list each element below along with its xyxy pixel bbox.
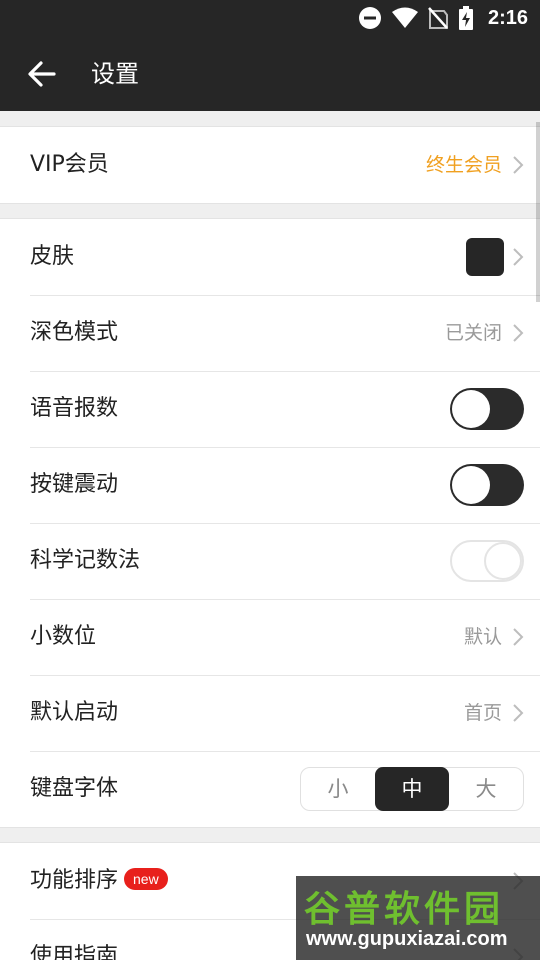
voice-row: 语音报数 — [0, 371, 540, 447]
startup-label: 默认启动 — [30, 700, 119, 725]
dark-mode-value: 已关闭 — [444, 322, 502, 344]
page-title: 设置 — [91, 60, 139, 88]
chevron-right-icon — [513, 628, 524, 646]
watermark: 谷普软件园 www.gupuxiazai.com — [296, 876, 540, 960]
vip-label: VIP会员 — [30, 152, 109, 177]
arrow-left-icon[interactable] — [26, 58, 58, 90]
wifi-icon — [391, 7, 418, 28]
font-size-large[interactable]: 大 — [449, 768, 523, 810]
sort-label-text: 功能排序 — [30, 868, 119, 893]
toggle-knob — [452, 466, 490, 504]
scientific-label: 科学记数法 — [30, 548, 141, 573]
clock: 2:16 — [487, 6, 528, 29]
scrollbar[interactable] — [536, 122, 540, 302]
chevron-right-icon — [513, 704, 524, 722]
skin-label: 皮肤 — [30, 244, 75, 269]
decimal-row[interactable]: 小数位 默认 — [0, 599, 540, 675]
new-badge: new — [124, 868, 168, 890]
toggle-knob — [484, 542, 522, 580]
keyboard-font-label: 键盘字体 — [30, 776, 119, 801]
font-size-medium[interactable]: 中 — [375, 767, 449, 811]
status-bar: 2:16 — [0, 0, 540, 36]
dnd-icon — [358, 7, 381, 29]
voice-toggle[interactable] — [450, 388, 524, 430]
sort-label: 功能排序 new — [30, 843, 168, 919]
scientific-row: 科学记数法 — [0, 523, 540, 599]
watermark-url: www.gupuxiazai.com — [306, 928, 508, 950]
vibrate-row: 按键震动 — [0, 447, 540, 523]
font-size-segmented: 小 中 大 — [300, 767, 524, 811]
scientific-toggle[interactable] — [450, 540, 524, 582]
startup-value: 首页 — [463, 702, 502, 724]
decimal-value: 默认 — [463, 626, 502, 648]
settings-section: 皮肤 深色模式 已关闭 语音报数 按键震动 科学记数法 小数位 默认 默认启动 … — [0, 218, 540, 828]
chevron-right-icon — [513, 248, 524, 266]
app-bar: 设置 — [0, 36, 540, 111]
skin-row[interactable]: 皮肤 — [0, 219, 540, 295]
voice-label: 语音报数 — [30, 396, 119, 421]
vip-value: 终生会员 — [425, 154, 502, 176]
no-sim-icon — [428, 7, 448, 29]
decimal-label: 小数位 — [30, 624, 97, 649]
startup-row[interactable]: 默认启动 首页 — [0, 675, 540, 751]
toggle-knob — [452, 390, 490, 428]
dark-mode-row[interactable]: 深色模式 已关闭 — [0, 295, 540, 371]
keyboard-font-row: 键盘字体 小 中 大 — [0, 751, 540, 827]
skin-swatch — [466, 238, 504, 276]
vip-row[interactable]: VIP会员 终生会员 — [0, 127, 540, 203]
battery-charging-icon — [458, 6, 473, 30]
chevron-right-icon — [513, 156, 524, 174]
chevron-right-icon — [513, 324, 524, 342]
status-icons: 2:16 — [358, 6, 528, 30]
vibrate-label: 按键震动 — [30, 472, 119, 497]
guide-label: 使用指南 — [30, 944, 119, 960]
vip-section: VIP会员 终生会员 — [0, 126, 540, 204]
font-size-small[interactable]: 小 — [301, 768, 375, 810]
vibrate-toggle[interactable] — [450, 464, 524, 506]
watermark-title: 谷普软件园 — [304, 889, 505, 930]
dark-mode-label: 深色模式 — [30, 320, 119, 345]
